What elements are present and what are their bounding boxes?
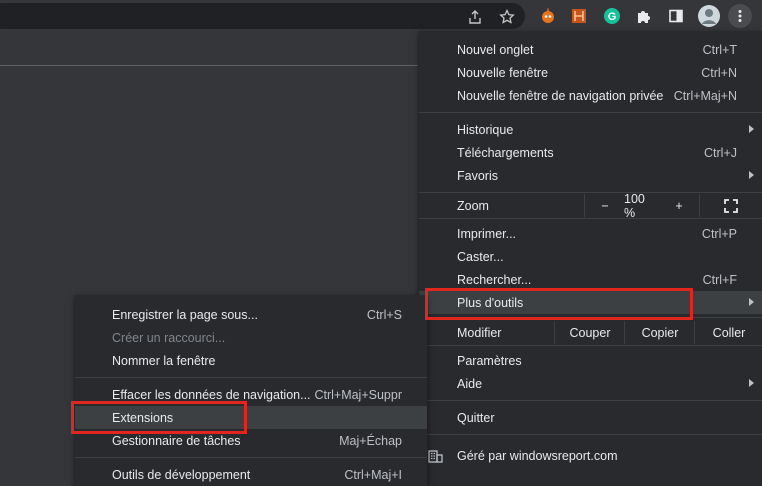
- menu-item-new-window[interactable]: Nouvelle fenêtre Ctrl+N: [419, 61, 762, 84]
- paste-button[interactable]: Coller: [694, 321, 762, 344]
- submenu-arrow-icon: [749, 379, 754, 387]
- menu-separator: [75, 377, 427, 378]
- menu-item-print[interactable]: Imprimer... Ctrl+P: [419, 222, 762, 245]
- menu-item-shortcut: Ctrl+T: [702, 42, 737, 57]
- menu-item-cast[interactable]: Caster...: [419, 245, 762, 268]
- browser-toolbar: G: [0, 0, 762, 32]
- menu-separator: [419, 400, 762, 401]
- submenu-arrow-icon: [749, 298, 754, 306]
- menu-item-create-shortcut: Créer un raccourci...: [75, 326, 427, 349]
- grammarly-icon[interactable]: G: [602, 6, 622, 26]
- chrome-main-menu: Nouvel onglet Ctrl+T Nouvelle fenêtre Ct…: [419, 31, 762, 486]
- zoom-level: 100 %: [624, 191, 645, 220]
- menu-item-shortcut: Ctrl+N: [701, 65, 737, 80]
- more-tools-submenu: Enregistrer la page sous... Ctrl+S Créer…: [75, 295, 427, 486]
- menu-item-edit: Modifier Couper Copier Coller: [419, 321, 762, 344]
- extensions-puzzle-icon[interactable]: [634, 6, 654, 26]
- menu-item-downloads[interactable]: Téléchargements Ctrl+J: [419, 141, 762, 164]
- menu-item-settings[interactable]: Paramètres: [419, 349, 762, 372]
- extension-puzzle-orange-icon[interactable]: [569, 6, 589, 26]
- menu-item-shortcut: Ctrl+J: [704, 145, 737, 160]
- divider: [0, 65, 418, 66]
- highlight-box-more-tools: [425, 288, 693, 320]
- menu-item-label: Effacer les données de navigation...: [112, 387, 311, 402]
- menu-item-quit[interactable]: Quitter: [419, 406, 762, 429]
- menu-item-shortcut: Maj+Échap: [339, 433, 402, 448]
- menu-item-label: Caster...: [457, 249, 504, 264]
- menu-item-shortcut: Ctrl+Maj+I: [344, 467, 402, 482]
- menu-item-save-page[interactable]: Enregistrer la page sous... Ctrl+S: [75, 303, 427, 326]
- menu-item-label: Nouvel onglet: [457, 42, 534, 57]
- menu-separator: [419, 345, 762, 346]
- highlight-box-extensions: [71, 401, 247, 434]
- zoom-out-button[interactable]: −: [584, 194, 625, 217]
- menu-item-label: Imprimer...: [457, 226, 517, 241]
- copy-button[interactable]: Copier: [624, 321, 695, 344]
- menu-item-label: Paramètres: [457, 353, 522, 368]
- menu-item-label: Rechercher...: [457, 272, 532, 287]
- menu-item-new-tab[interactable]: Nouvel onglet Ctrl+T: [419, 38, 762, 61]
- menu-item-label: Historique: [457, 122, 514, 137]
- menu-separator: [419, 112, 762, 113]
- menu-item-label: Modifier: [457, 325, 502, 340]
- menu-item-label: Créer un raccourci...: [112, 330, 226, 345]
- menu-item-label: Enregistrer la page sous...: [112, 307, 258, 322]
- submenu-arrow-icon: [749, 171, 754, 179]
- zoom-in-button[interactable]: +: [659, 194, 700, 217]
- menu-item-new-incognito-window[interactable]: Nouvelle fenêtre de navigation privée Ct…: [419, 84, 762, 107]
- menu-item-label: Géré par windowsreport.com: [457, 448, 618, 463]
- menu-item-label: Aide: [457, 376, 483, 391]
- submenu-arrow-icon: [749, 125, 754, 133]
- share-icon[interactable]: [467, 9, 483, 25]
- menu-item-name-window[interactable]: Nommer la fenêtre: [75, 349, 427, 372]
- menu-item-shortcut: Ctrl+S: [366, 307, 402, 322]
- menu-item-label: Téléchargements: [457, 145, 554, 160]
- cut-button[interactable]: Couper: [554, 321, 625, 344]
- menu-separator: [75, 457, 427, 458]
- kebab-menu-icon[interactable]: [728, 4, 752, 28]
- profile-avatar-icon[interactable]: [698, 5, 720, 27]
- menu-item-label: Favoris: [457, 168, 498, 183]
- menu-separator: [419, 434, 762, 435]
- menu-item-shortcut: Ctrl+F: [702, 272, 737, 287]
- menu-item-developer-tools[interactable]: Outils de développement Ctrl+Maj+I: [75, 463, 427, 486]
- side-panel-icon[interactable]: [666, 6, 686, 26]
- extension-robot-icon[interactable]: [538, 6, 558, 26]
- fullscreen-icon[interactable]: [719, 194, 743, 217]
- menu-item-shortcut: Ctrl+Maj+Suppr: [314, 387, 402, 402]
- menu-separator: [419, 192, 762, 193]
- menu-item-history[interactable]: Historique: [419, 118, 762, 141]
- menu-separator: [419, 218, 762, 219]
- menu-item-managed-by[interactable]: Géré par windowsreport.com: [419, 444, 762, 467]
- menu-item-bookmarks[interactable]: Favoris: [419, 164, 762, 187]
- menu-item-label: Outils de développement: [112, 467, 251, 482]
- menu-item-label: Zoom: [457, 198, 489, 213]
- building-icon: [428, 448, 443, 466]
- menu-item-label: Quitter: [457, 410, 495, 425]
- address-bar[interactable]: [0, 3, 525, 29]
- bookmark-star-icon[interactable]: [499, 9, 515, 25]
- menu-item-label: Nouvelle fenêtre de navigation privée: [457, 88, 664, 103]
- menu-item-shortcut: Ctrl+Maj+N: [673, 88, 737, 103]
- menu-item-shortcut: Ctrl+P: [701, 226, 737, 241]
- menu-item-help[interactable]: Aide: [419, 372, 762, 395]
- menu-item-zoom: Zoom − 100 % +: [419, 191, 762, 220]
- menu-item-label: Nommer la fenêtre: [112, 353, 216, 368]
- svg-text:G: G: [608, 11, 617, 23]
- menu-item-label: Nouvelle fenêtre: [457, 65, 549, 80]
- menu-item-label: Gestionnaire de tâches: [112, 433, 241, 448]
